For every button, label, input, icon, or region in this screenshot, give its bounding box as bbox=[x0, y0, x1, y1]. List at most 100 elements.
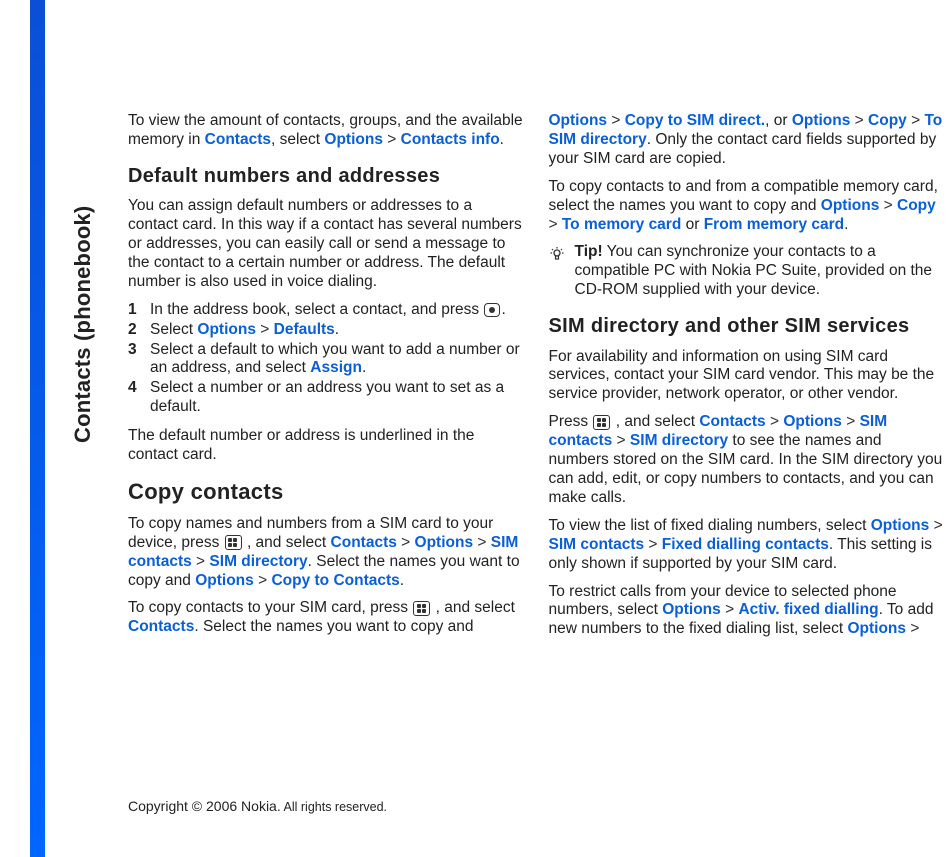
link-copy-to-sim-direct: Copy to SIM direct. bbox=[625, 112, 765, 129]
text: , select bbox=[271, 131, 324, 148]
link-contacts-info: Contacts info bbox=[401, 131, 500, 148]
sim-p2: Press , and select Contacts > Options > … bbox=[549, 413, 947, 508]
blue-sidebar-bar bbox=[30, 0, 45, 857]
tip-block: Tip! You can synchronize your contacts t… bbox=[549, 243, 947, 300]
separator-gt: > bbox=[906, 620, 919, 637]
step-content: In the address book, select a contact, a… bbox=[150, 301, 526, 320]
separator-gt: > bbox=[607, 112, 625, 129]
tip-text: Tip! You can synchronize your contacts t… bbox=[575, 243, 947, 300]
memory-card-paragraph: To copy contacts to and from a compatibl… bbox=[549, 178, 947, 235]
heading-default-numbers: Default numbers and addresses bbox=[128, 164, 526, 188]
separator-gt: > bbox=[644, 536, 662, 553]
page-number: 56 bbox=[55, 800, 76, 822]
sim-p3: To view the list of fixed dialing number… bbox=[549, 517, 947, 574]
separator-gt: > bbox=[192, 553, 210, 570]
right-column: Options > Copy to SIM direct., or Option… bbox=[549, 112, 947, 648]
separator-gt: > bbox=[907, 112, 925, 129]
text: , and select bbox=[611, 413, 699, 430]
text: Press bbox=[549, 413, 593, 430]
default-paragraph: You can assign default numbers or addres… bbox=[128, 197, 526, 292]
link-contacts: Contacts bbox=[331, 534, 397, 551]
link-options: Options bbox=[662, 601, 721, 618]
menu-key-icon bbox=[413, 601, 430, 616]
separator-gt: > bbox=[879, 197, 897, 214]
menu-key-icon bbox=[225, 535, 242, 550]
link-options: Options bbox=[549, 112, 608, 129]
separator-gt: > bbox=[383, 131, 401, 148]
separator-gt: > bbox=[842, 413, 860, 430]
step-number: 4 bbox=[128, 379, 150, 417]
step-content: Select a default to which you want to ad… bbox=[150, 341, 526, 379]
link-assign: Assign bbox=[310, 359, 362, 376]
columns: To view the amount of contacts, groups, … bbox=[128, 112, 946, 648]
step-number: 2 bbox=[128, 321, 150, 340]
step-4: 4 Select a number or an address you want… bbox=[128, 379, 526, 417]
heading-sim-directory: SIM directory and other SIM services bbox=[549, 314, 947, 338]
left-column: To view the amount of contacts, groups, … bbox=[128, 112, 526, 648]
text: . bbox=[844, 216, 848, 233]
text: . bbox=[335, 321, 339, 338]
link-sim-directory: SIM directory bbox=[630, 432, 728, 449]
separator-gt: > bbox=[473, 534, 491, 551]
step-2: 2 Select Options > Defaults. bbox=[128, 321, 526, 340]
step-number: 3 bbox=[128, 341, 150, 379]
link-contacts: Contacts bbox=[128, 618, 194, 635]
text: . Select the names you want to copy and bbox=[194, 618, 473, 635]
text: or bbox=[681, 216, 703, 233]
step-content: Select a number or an address you want t… bbox=[150, 379, 526, 417]
separator-gt: > bbox=[721, 601, 739, 618]
press-key-icon bbox=[484, 303, 500, 317]
link-options: Options bbox=[197, 321, 256, 338]
tip-icon-cell bbox=[549, 243, 575, 300]
separator-gt: > bbox=[850, 112, 868, 129]
copy-p2: To copy contacts to your SIM card, press… bbox=[128, 599, 526, 637]
separator-gt: > bbox=[766, 413, 784, 430]
separator-gt: > bbox=[929, 517, 942, 534]
copyright-footer: Copyright © 2006 Nokia. All rights reser… bbox=[128, 798, 387, 814]
link-sim-contacts: SIM contacts bbox=[549, 536, 645, 553]
link-to-memory-card: To memory card bbox=[562, 216, 681, 233]
link-sim-directory: SIM directory bbox=[209, 553, 307, 570]
separator-gt: > bbox=[254, 572, 272, 589]
separator-gt: > bbox=[612, 432, 630, 449]
text: . bbox=[362, 359, 366, 376]
text: , and select bbox=[243, 534, 331, 551]
step-1: 1 In the address book, select a contact,… bbox=[128, 301, 526, 320]
link-copy: Copy bbox=[868, 112, 907, 129]
side-gutter bbox=[45, 0, 110, 857]
link-options: Options bbox=[847, 620, 906, 637]
link-from-memory-card: From memory card bbox=[704, 216, 844, 233]
link-contacts: Contacts bbox=[205, 131, 271, 148]
step-content: Select Options > Defaults. bbox=[150, 321, 526, 340]
default-underlined-paragraph: The default number or address is underli… bbox=[128, 427, 526, 465]
separator-gt: > bbox=[256, 321, 274, 338]
text: You can synchronize your contacts to a c… bbox=[575, 243, 933, 298]
step-3: 3 Select a default to which you want to … bbox=[128, 341, 526, 379]
text: . bbox=[400, 572, 404, 589]
link-options: Options bbox=[783, 413, 842, 430]
separator-gt: > bbox=[549, 216, 562, 233]
tip-label: Tip! bbox=[575, 243, 603, 260]
link-activ-fixed-dialling: Activ. fixed dialling bbox=[738, 601, 878, 618]
link-options: Options bbox=[195, 572, 254, 589]
menu-key-icon bbox=[593, 415, 610, 430]
sim-p1: For availability and information on usin… bbox=[549, 348, 947, 405]
sim-p4: To restrict calls from your device to se… bbox=[549, 583, 947, 640]
page-content: 56 To view the amount of contacts, group… bbox=[110, 0, 951, 857]
intro-paragraph: To view the amount of contacts, groups, … bbox=[128, 112, 526, 150]
link-options: Options bbox=[415, 534, 474, 551]
text: To copy contacts to your SIM card, press bbox=[128, 599, 412, 616]
link-defaults: Defaults bbox=[274, 321, 335, 338]
lightbulb-icon bbox=[549, 246, 565, 262]
text: Select a number or an address you want t… bbox=[150, 379, 504, 415]
link-options: Options bbox=[324, 131, 383, 148]
copy-p1: To copy names and numbers from a SIM car… bbox=[128, 515, 526, 591]
link-options: Options bbox=[792, 112, 851, 129]
text: , and select bbox=[431, 599, 515, 616]
text: . bbox=[500, 131, 504, 148]
heading-copy-contacts: Copy contacts bbox=[128, 479, 526, 506]
text: In the address book, select a contact, a… bbox=[150, 301, 483, 318]
text: . bbox=[501, 301, 505, 318]
step-number: 1 bbox=[128, 301, 150, 320]
text: Select bbox=[150, 321, 197, 338]
